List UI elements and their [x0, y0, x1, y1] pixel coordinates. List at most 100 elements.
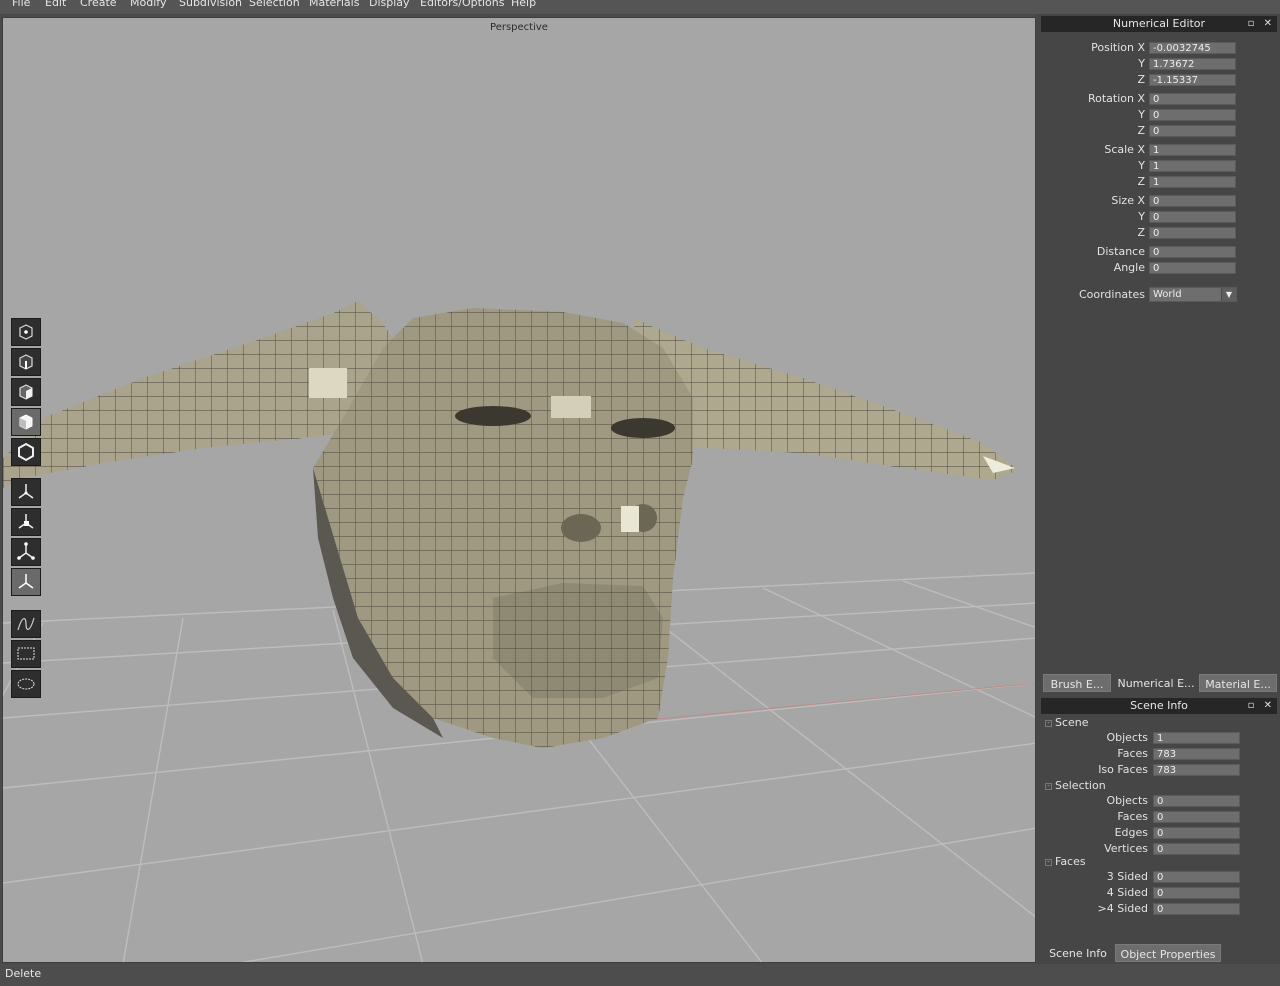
position-z-field[interactable]: -1.15337 [1149, 74, 1236, 86]
faces-4-sided-row: 4 Sided 0 [1037, 886, 1280, 900]
menu-edit[interactable]: Edit [45, 0, 66, 9]
tab-numerical-editor[interactable]: Numerical E... [1115, 674, 1197, 692]
position-y-field[interactable]: 1.73672 [1149, 58, 1236, 70]
distance-field[interactable]: 0 [1149, 246, 1236, 258]
rotation-y-row: Y0 [1037, 108, 1280, 122]
viewport-label: Perspective [490, 22, 548, 33]
eye-right [611, 418, 675, 438]
menu-subdivision[interactable]: Subdivision [179, 0, 242, 9]
angle-label: Angle [1113, 261, 1145, 274]
size-x-row: Size X 0 [1037, 194, 1280, 208]
menu-file[interactable]: File [12, 0, 30, 9]
scale-y-field[interactable]: 1 [1149, 160, 1236, 172]
menu-display[interactable]: Display [369, 0, 410, 9]
menu-selection[interactable]: Selection [249, 0, 300, 9]
scene-objects-label: Objects [1106, 731, 1148, 744]
hex-select-tool[interactable] [11, 438, 41, 466]
lasso-select-tool[interactable] [11, 610, 41, 638]
faces-4-sided-value: 0 [1153, 887, 1240, 899]
distance-label: Distance [1096, 245, 1145, 258]
axis-rotate-icon [18, 514, 34, 529]
scene-info-title-text: Scene Info [1130, 699, 1188, 712]
selection-objects-value: 0 [1153, 795, 1240, 807]
scale-x-field[interactable]: 1 [1149, 144, 1236, 156]
axis-scale-icon [17, 542, 35, 560]
rotation-x-field[interactable]: 0 [1149, 93, 1236, 105]
perspective-viewport[interactable]: Perspective [2, 17, 1036, 963]
rotation-z-row: Z0 [1037, 124, 1280, 138]
scale-z-row: Z1 [1037, 175, 1280, 189]
scene-info-window-buttons[interactable]: ▫ ✕ [1248, 698, 1275, 714]
tab-brush-editor[interactable]: Brush E... [1043, 674, 1111, 692]
numerical-editor-title: Numerical Editor ▫ ✕ [1041, 16, 1277, 32]
faces-section-header[interactable]: - Faces [1045, 855, 1086, 869]
selection-vertices-value: 0 [1153, 843, 1240, 855]
object-mode-tool[interactable] [11, 408, 41, 436]
ellipse-select-tool[interactable] [11, 670, 41, 698]
rect-marquee-icon [17, 647, 35, 660]
scene-section-label: Scene [1055, 716, 1089, 729]
panel-window-buttons[interactable]: ▫ ✕ [1248, 16, 1275, 32]
scale-tool[interactable] [11, 538, 41, 566]
position-x-field[interactable]: -0.0032745 [1149, 42, 1236, 54]
face-mode-tool[interactable] [11, 378, 41, 406]
scene-iso-faces-row: Iso Faces 783 [1037, 763, 1280, 777]
collapse-icon: - [1045, 859, 1052, 866]
scale-z-field[interactable]: 1 [1149, 176, 1236, 188]
numerical-editor-title-text: Numerical Editor [1112, 17, 1206, 30]
right-panel: Numerical Editor ▫ ✕ Position X -0.003274… [1037, 14, 1280, 972]
tab-scene-info[interactable]: Scene Info [1045, 944, 1111, 962]
menu-modify[interactable]: Modify [130, 0, 166, 9]
rotation-z-field[interactable]: 0 [1149, 125, 1236, 137]
tab-object-properties[interactable]: Object Properties [1115, 944, 1221, 962]
edge-mode-tool[interactable] [11, 348, 41, 376]
menu-materials[interactable]: Materials [309, 0, 359, 9]
menu-create[interactable]: Create [80, 0, 117, 9]
selection-objects-row: Objects 0 [1037, 794, 1280, 808]
bottom-tabs: Scene Info Object Properties [1041, 944, 1277, 962]
size-y-row: Y0 [1037, 210, 1280, 224]
selection-objects-label: Objects [1106, 794, 1148, 807]
chevron-down-icon: ▼ [1221, 288, 1236, 301]
scene-faces-value: 783 [1153, 748, 1240, 760]
faces-more-sided-value: 0 [1153, 903, 1240, 915]
object-cube-icon [19, 414, 33, 430]
axis-transform-icon [18, 574, 34, 589]
scene-section-header[interactable]: - Scene [1045, 716, 1089, 730]
scene-iso-faces-label: Iso Faces [1098, 763, 1148, 776]
vertex-mode-tool[interactable] [11, 318, 41, 346]
angle-field[interactable]: 0 [1149, 262, 1236, 274]
size-y-field[interactable]: 0 [1149, 211, 1236, 223]
scale-z-label: Z [1137, 175, 1145, 188]
size-y-label: Y [1138, 210, 1145, 223]
scene-info-title: Scene Info ▫ ✕ [1041, 698, 1277, 714]
coordinates-dropdown[interactable]: World ▼ [1149, 287, 1237, 302]
tab-material-editor[interactable]: Material E... [1199, 674, 1277, 692]
faces-4-sided-label: 4 Sided [1106, 886, 1148, 899]
move-tool[interactable] [11, 478, 41, 506]
rotation-x-row: Rotation X 0 [1037, 92, 1280, 106]
menu-editors-options[interactable]: Editors/Options [420, 0, 504, 9]
position-y-row: Y 1.73672 [1037, 57, 1280, 71]
selection-section-header[interactable]: - Selection [1045, 779, 1106, 793]
menu-help[interactable]: Help [511, 0, 536, 9]
edge-cube-icon [19, 354, 33, 370]
size-x-field[interactable]: 0 [1149, 195, 1236, 207]
rotation-y-field[interactable]: 0 [1149, 109, 1236, 121]
size-z-row: Z0 [1037, 226, 1280, 240]
rotate-tool[interactable] [11, 508, 41, 536]
position-x-row: Position X -0.0032745 [1037, 41, 1280, 55]
scene-objects-row: Objects 1 [1037, 731, 1280, 745]
rect-select-tool[interactable] [11, 640, 41, 668]
rotation-z-label: Z [1137, 124, 1145, 137]
collapse-icon: - [1045, 783, 1052, 790]
position-z-label: Z [1137, 73, 1145, 86]
faces-more-sided-label: >4 Sided [1097, 902, 1148, 915]
transform-tool[interactable] [11, 568, 41, 596]
faces-more-sided-row: >4 Sided 0 [1037, 902, 1280, 916]
scene-faces-label: Faces [1117, 747, 1148, 760]
status-text: Delete [5, 967, 42, 980]
coordinates-row: Coordinates World ▼ [1037, 287, 1280, 302]
scale-y-row: Y1 [1037, 159, 1280, 173]
size-z-field[interactable]: 0 [1149, 227, 1236, 239]
